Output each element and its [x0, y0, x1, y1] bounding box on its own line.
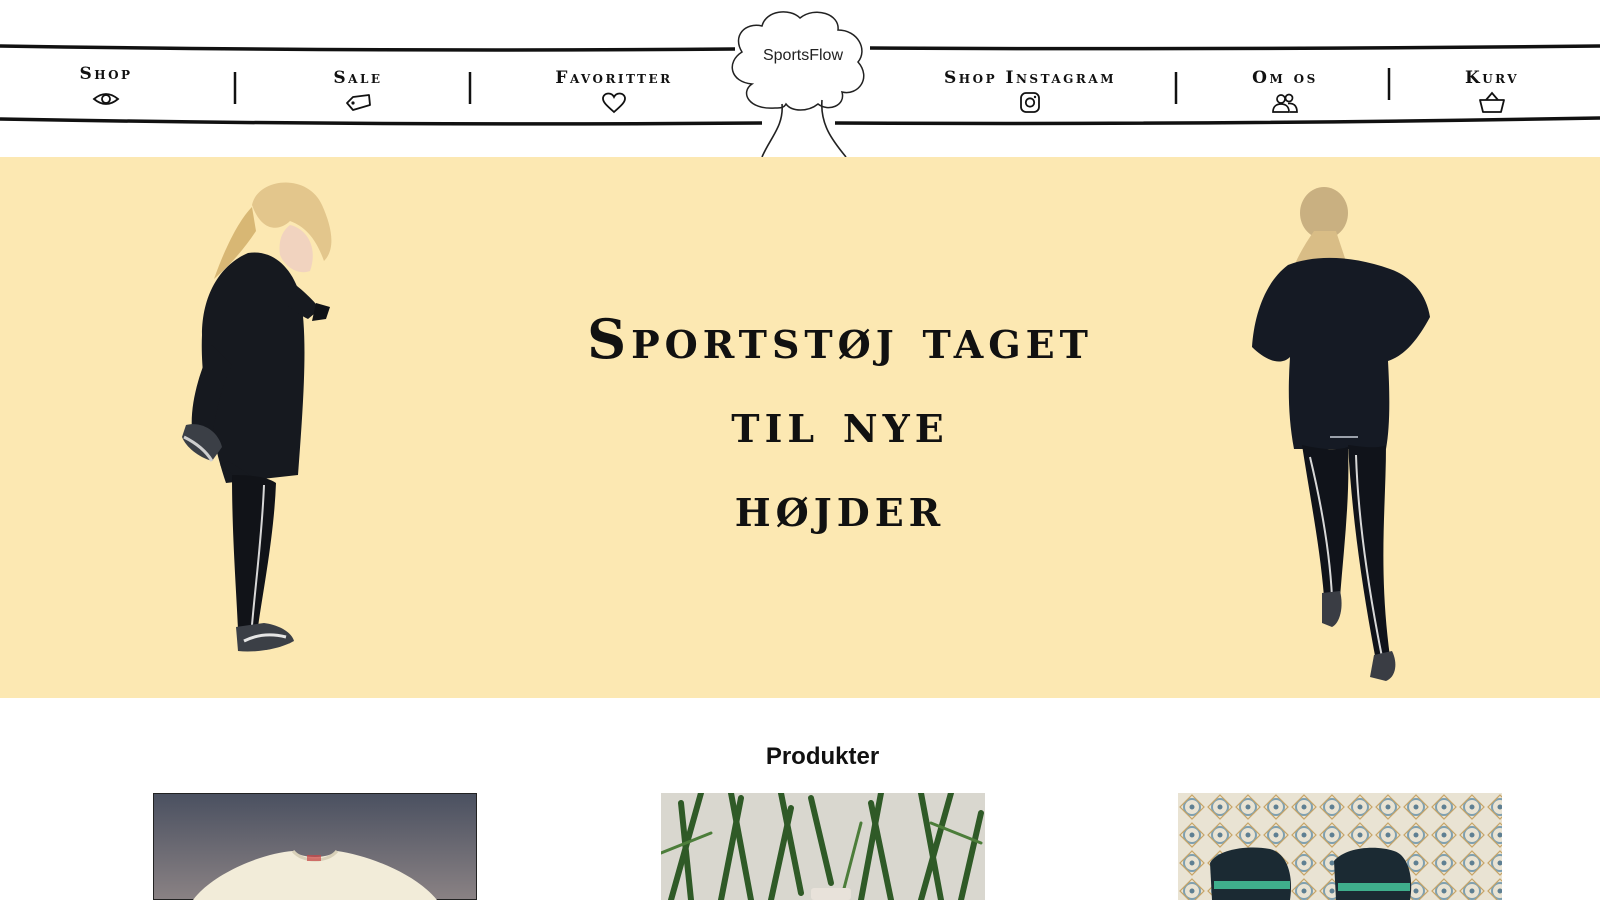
nav-item-sale[interactable]: Sale — [318, 68, 398, 115]
top-navigation: SportsFlow Shop Sale Favoritter Shop Ins… — [0, 0, 1600, 157]
products-heading: Produkter — [765, 743, 880, 770]
hero-title-line: højder — [734, 475, 946, 539]
nav-item-kurv[interactable]: Kurv — [1447, 68, 1537, 115]
hero-title: Sportstøj taget til nye højder — [420, 297, 1260, 549]
nav-label: Sale — [333, 68, 383, 88]
sweatshirt-photo — [153, 793, 477, 900]
instagram-icon — [1016, 91, 1044, 115]
nav-label: Kurv — [1464, 68, 1520, 88]
runner-from-behind-photo — [1252, 187, 1430, 681]
users-icon — [1271, 91, 1299, 115]
eye-icon — [92, 87, 120, 111]
runner-stretching-photo — [182, 182, 332, 652]
heart-icon — [600, 91, 628, 115]
plant-photo — [661, 793, 985, 900]
nav-item-shop[interactable]: Shop — [66, 64, 146, 111]
hero-title-line: Sportstøj taget — [587, 307, 1093, 371]
nav-label: Om os — [1252, 68, 1318, 88]
product-card-sweatshirt[interactable] — [153, 793, 477, 900]
product-card-plant[interactable] — [661, 793, 985, 900]
logo-text[interactable]: SportsFlow — [760, 47, 846, 65]
nav-item-shop-instagram[interactable]: Shop Instagram — [920, 68, 1140, 115]
socks-photo — [1178, 793, 1502, 900]
nav-item-om-os[interactable]: Om os — [1230, 68, 1340, 115]
hand-drawn-nav-frame — [0, 11, 1600, 157]
nav-label: Shop — [79, 64, 133, 84]
nav-label: Favoritter — [555, 68, 673, 88]
product-card-socks[interactable] — [1178, 793, 1502, 900]
hero-title-line: til nye — [731, 391, 949, 455]
hero-banner: Sportstøj taget til nye højder — [0, 157, 1600, 698]
tag-icon — [344, 91, 372, 115]
nav-item-favoritter[interactable]: Favoritter — [534, 68, 694, 115]
nav-label: Shop Instagram — [944, 68, 1116, 88]
basket-icon — [1478, 91, 1506, 115]
tree-logo-icon — [731, 11, 865, 157]
